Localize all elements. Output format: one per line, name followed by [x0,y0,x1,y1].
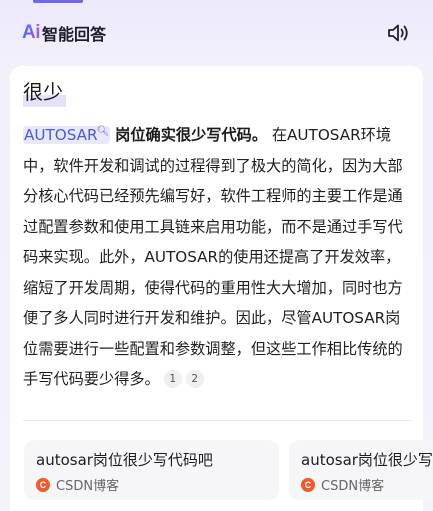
keyword-search-icon: 🔍︎ [96,126,110,137]
answer-lead: 岗位确实很少写代码。 [115,126,268,145]
ai-logo-icon: Ai [22,22,41,43]
source-meta: C CSDN博客 [36,475,267,494]
source-site: CSDN博客 [321,479,385,494]
query-text: 很少 [23,76,66,107]
source-card[interactable]: autosar岗位很少写代码 C CSDN博客 [289,440,433,500]
citation-2[interactable]: 2 [185,370,204,389]
csdn-icon: C [36,477,50,492]
csdn-icon: C [301,477,315,492]
source-title: autosar岗位很少写代码吧 [36,451,213,469]
keyword-link[interactable]: AUTOSAR🔍︎ [23,126,111,145]
keyword-text: AUTOSAR [24,126,98,145]
source-meta: C CSDN博客 [301,475,427,494]
speaker-icon[interactable] [385,20,411,46]
citation-1[interactable]: 1 [163,370,182,389]
answer-text: AUTOSAR🔍︎ 岗位确实很少写代码。 在AUTOSAR环境中，软件开发和调试… [23,117,415,395]
answer-body: 在AUTOSAR环境中，软件开发和调试的过程得到了极大的简化，因为大部分核心代码… [23,126,403,389]
answer-card: 很少 AUTOSAR🔍︎ 岗位确实很少写代码。 在AUTOSAR环境中，软件开发… [10,66,433,511]
source-title: autosar岗位很少写代码 [301,451,433,469]
header-title: 智能回答 [42,25,107,44]
source-card[interactable]: autosar岗位很少写代码吧 C CSDN博客 [24,440,279,500]
brand: Ai 智能回答 [22,21,106,45]
source-site: CSDN博客 [56,479,120,494]
answer-header: Ai 智能回答 [0,0,433,66]
divider [23,420,413,421]
